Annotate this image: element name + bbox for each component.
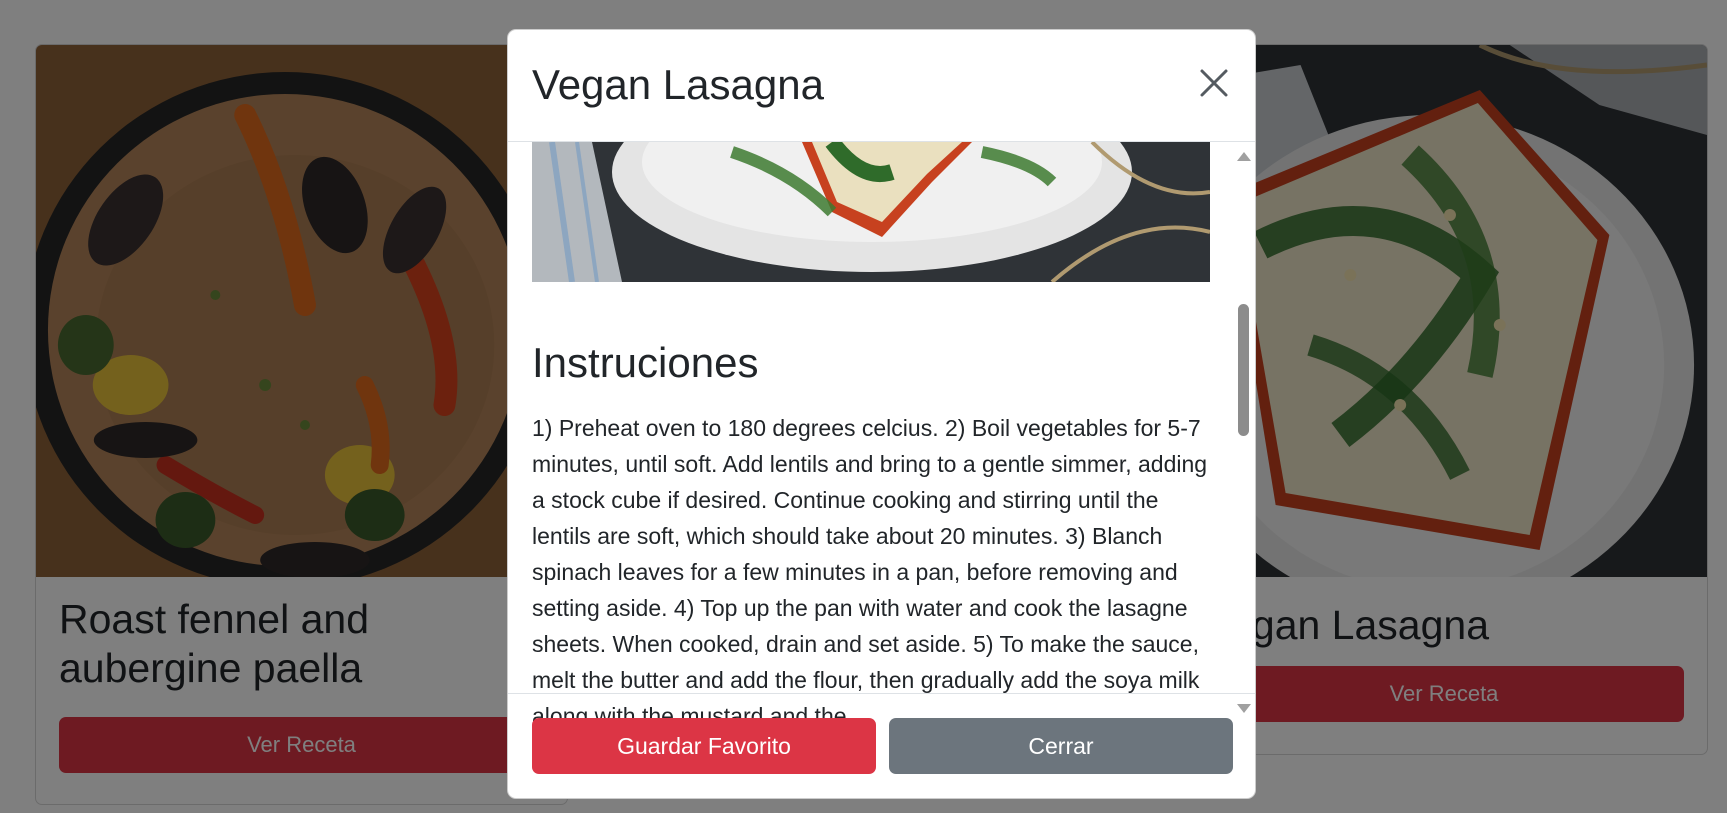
save-favorite-button[interactable]: Guardar Favorito [532,718,876,774]
close-button[interactable] [1197,66,1231,100]
instructions-text: 1) Preheat oven to 180 degrees celcius. … [532,415,1208,723]
recipe-image [532,142,1210,282]
scroll-up-arrow-icon[interactable] [1237,152,1251,161]
recipe-modal: Vegan Lasagna Instruciones 1) Preheat ov… [507,29,1256,799]
modal-title: Vegan Lasagna [532,61,824,108]
modal-body[interactable]: Instruciones 1) Preheat oven to 180 degr… [508,142,1255,723]
close-icon [1200,69,1228,97]
modal-header: Vegan Lasagna [508,30,1255,142]
modal-footer: Guardar Favorito Cerrar [508,693,1255,798]
modal-scrollbar[interactable] [1233,142,1255,723]
scrollbar-thumb[interactable] [1238,304,1249,436]
close-modal-button[interactable]: Cerrar [889,718,1233,774]
instructions-heading: Instruciones [532,339,759,386]
